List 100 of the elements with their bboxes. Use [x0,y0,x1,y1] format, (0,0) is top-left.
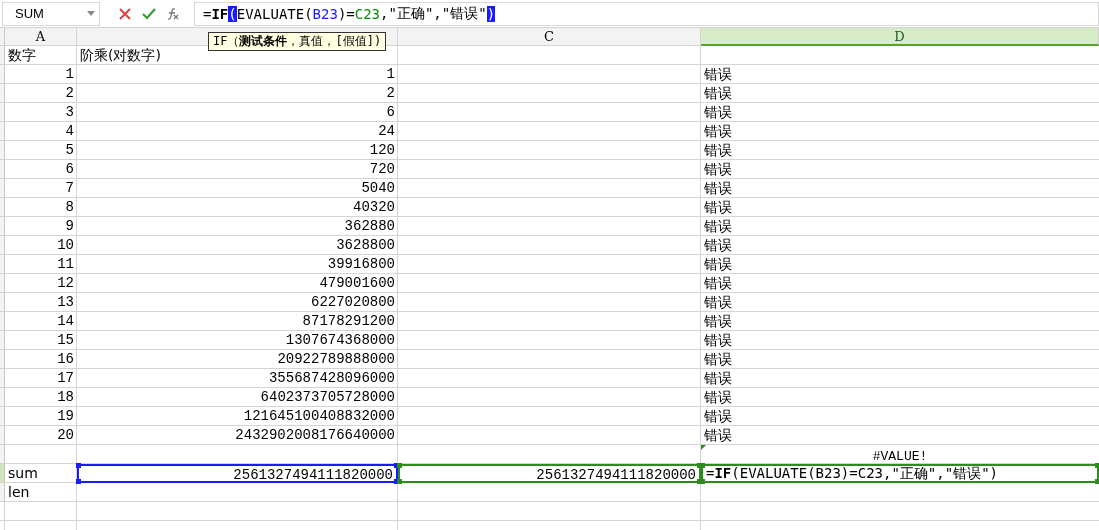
row-header[interactable] [0,369,5,388]
table-cell-text: 2432902008176640000 [234,426,396,445]
table-cell-text: 数字 [7,46,37,65]
table-cell-text: 20922789888000 [276,350,396,369]
table-cell-text: 20 [56,426,75,445]
caret-icon[interactable] [87,11,95,16]
table-cell-text: 14 [56,312,75,331]
table-cell-text: 16 [56,350,75,369]
table-cell-text: 错误 [703,293,733,312]
table-cell-text: 1 [64,65,75,84]
table-cell-text: 错误 [703,84,733,103]
name-box[interactable]: SUM [2,1,100,26]
table-cell-text: 错误 [703,350,733,369]
row-header[interactable] [0,312,5,331]
resize-handle[interactable] [1095,479,1099,484]
table-cell-text: 3 [64,103,75,122]
row-header[interactable] [0,293,5,312]
table-cell-text: 4 [64,122,75,141]
table-cell-text: 18 [56,388,75,407]
table-cell-text: 错误 [703,255,733,274]
row-header[interactable] [0,464,5,483]
column-header[interactable]: C [398,28,701,46]
row-header[interactable] [0,255,5,274]
row-header[interactable] [0,122,5,141]
table-cell-text: 5 [64,141,75,160]
cancel-icon[interactable] [118,6,132,21]
row-header[interactable] [0,331,5,350]
table-cell-text: 错误 [703,426,733,445]
table-cell-text: 1 [385,65,396,84]
function-icon[interactable] [166,6,180,21]
row-header[interactable] [0,103,5,122]
table-cell-text: 6 [64,160,75,179]
row-header[interactable] [0,46,5,65]
table-cell-text: 错误 [703,122,733,141]
table-cell: 2561327494111820000 [398,464,701,483]
table-cell-text: 错误 [703,407,733,426]
table-cell-text: 362880 [343,217,396,236]
row-header[interactable] [0,445,5,464]
table-cell-text: 3628800 [335,236,396,255]
table-cell-text: 2 [385,84,396,103]
row-header[interactable] [0,65,5,84]
cell-editor[interactable]: =IF(EVALUATE(B23)=C23,"正确","错误") [701,464,1099,483]
row-header[interactable] [0,236,5,255]
table-cell-text: 11 [56,255,75,274]
table-cell-text: 9 [64,217,75,236]
table-cell-text: 121645100408832000 [242,407,396,426]
table-cell-text: 6227020800 [310,293,396,312]
resize-handle[interactable] [76,479,81,484]
table-cell-text: 479001600 [318,274,396,293]
table-cell-text: 40320 [352,198,396,217]
row-header[interactable] [0,141,5,160]
table-cell-text: 错误 [703,198,733,217]
table-cell-text: sum [7,464,39,483]
table-cell-text: 错误 [703,179,733,198]
table-cell-text: 错误 [703,388,733,407]
function-tooltip: IF（测试条件，真值，[假值]) [208,32,387,51]
table-cell-text: 24 [377,122,396,141]
checkmark-icon[interactable] [142,6,156,21]
table-cell-text: 5040 [360,179,396,198]
table-cell: 2561327494111820000 [77,464,398,483]
column-header[interactable]: A [5,28,77,46]
resize-handle[interactable] [1095,463,1099,468]
row-header[interactable] [0,407,5,426]
table-cell-text: 错误 [703,103,733,122]
table-cell-text: 6 [385,103,396,122]
table-cell-text: 120 [368,141,396,160]
table-cell-text: 17 [56,369,75,388]
table-cell-text: 阶乘(对数字) [79,46,162,65]
row-header[interactable] [0,198,5,217]
table-cell-text: 15 [56,331,75,350]
table-cell-text: 10 [56,236,75,255]
row-header[interactable] [0,388,5,407]
table-cell-text: 720 [368,160,396,179]
resize-handle[interactable] [76,463,81,468]
table-cell-text: 错误 [703,369,733,388]
table-cell-text: 87178291200 [301,312,396,331]
table-cell-text: 8 [64,198,75,217]
row-header[interactable] [0,160,5,179]
row-header[interactable] [0,350,5,369]
row-header[interactable] [0,426,5,445]
table-cell-text: 1307674368000 [284,331,396,350]
row-header[interactable] [0,483,5,502]
column-header[interactable]: D [701,28,1099,46]
select-all-corner[interactable] [0,28,5,46]
formula-field[interactable]: =IF(EVALUATE(B23)=C23,"正确","错误") [194,1,1099,26]
table-cell-text: len [7,483,31,502]
table-cell-text: 12 [56,274,75,293]
table-cell-text: 错误 [703,217,733,236]
table-cell: #VALUE! [701,445,1099,464]
table-cell-text: 错误 [703,65,733,84]
row-header[interactable] [0,179,5,198]
table-cell-text: 错误 [703,312,733,331]
row-header[interactable] [0,274,5,293]
table-cell-text: 错误 [703,274,733,293]
table-cell-text: 13 [56,293,75,312]
table-cell-text: 19 [56,407,75,426]
row-header[interactable] [0,217,5,236]
table-cell-text: 错误 [703,236,733,255]
row-header[interactable] [0,84,5,103]
table-cell-text: 2 [64,84,75,103]
